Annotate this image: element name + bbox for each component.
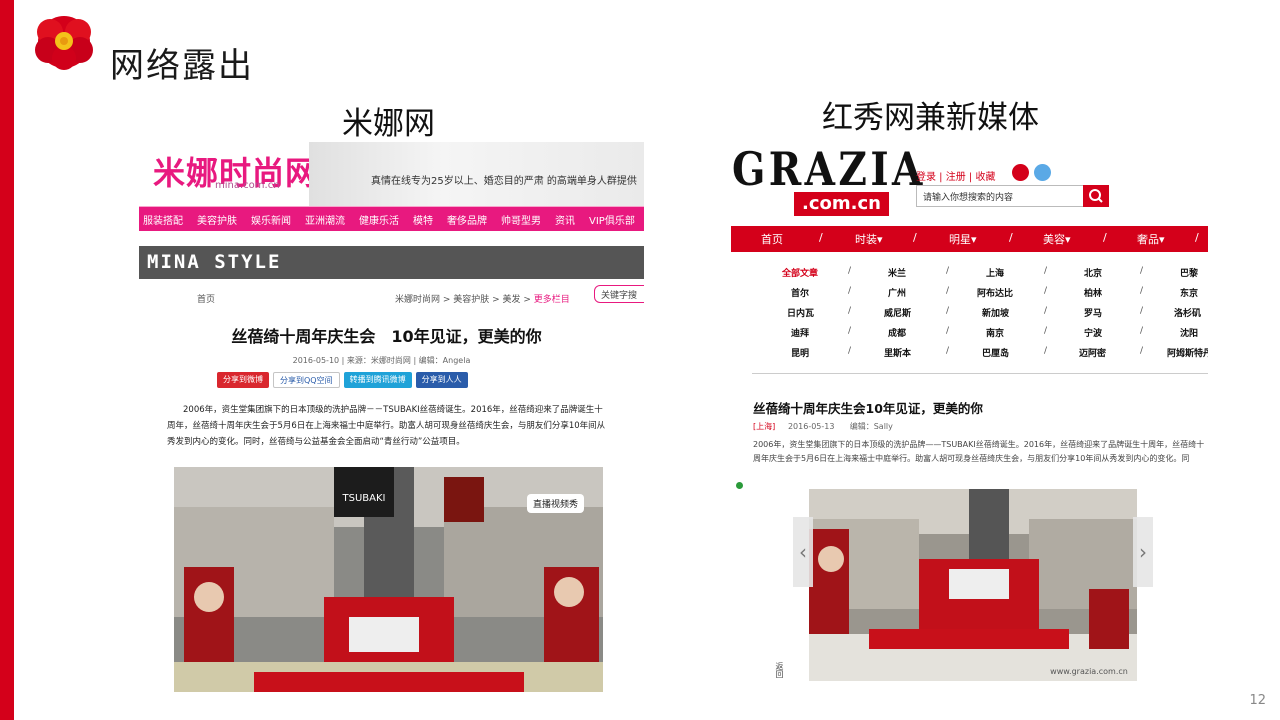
city-link[interactable]: 上海 [986, 266, 1004, 279]
city-link[interactable]: 巴黎 [1180, 266, 1198, 279]
article-body: 2006年，资生堂集团旗下的日本顶级的洗护品牌－－TSUBAKI丝蓓绮诞生。20… [167, 405, 606, 447]
divider [752, 373, 1208, 374]
mina-screenshot: 米娜时尚网 mina.com.cn 真情在线专为25岁以上、婚恋目的严肃 的高端… [139, 142, 644, 694]
photo-watermark: www.grazia.com.cn [1050, 667, 1128, 676]
nav-separator: / [1009, 231, 1013, 244]
share-qzone-button[interactable]: 分享到QQ空间 [273, 372, 340, 388]
article-editor: 编辑：Sally [849, 422, 893, 431]
mall-event-photo: www.grazia.com.cn [809, 489, 1137, 681]
nav-separator: / [913, 231, 917, 244]
mina-nav-item[interactable]: 服装搭配 [143, 212, 183, 227]
mina-banner-text: 真情在线专为25岁以上、婚恋目的严肃 的高端单身人群提供 [371, 176, 637, 187]
share-tencent-weibo-button[interactable]: 转播到腾讯微博 [343, 372, 412, 388]
status-dot-icon [736, 482, 743, 489]
mina-header: 米娜时尚网 mina.com.cn 真情在线专为25岁以上、婚恋目的严肃 的高端… [139, 142, 644, 206]
event-photo: www.grazia.com.cn [809, 489, 1137, 681]
mina-nav-bar: 服装搭配 美容护肤 娱乐新闻 亚洲潮流 健康乐活 模特 奢侈品牌 帅哥型男 资讯… [139, 206, 644, 231]
city-link[interactable]: 威尼斯 [884, 306, 911, 319]
article-body: 2006年，资生堂集团旗下的日本顶级的洗护品牌——TSUBAKI丝蓓绮诞生。20… [753, 440, 1205, 463]
city-link[interactable]: 米兰 [888, 266, 906, 279]
share-buttons: 分享到微博 分享到QQ空间 转播到腾讯微博 分享到人人 [217, 372, 644, 388]
mina-nav-item[interactable]: 美容护肤 [197, 212, 237, 227]
search-icon [1089, 189, 1103, 203]
search-button[interactable] [1083, 185, 1109, 207]
city-link[interactable]: 阿布达比 [977, 286, 1013, 299]
mina-nav-item[interactable]: 亚洲潮流 [305, 212, 345, 227]
photo-sign-text: TSUBAKI [342, 493, 386, 504]
nav-luxury[interactable]: 奢品▾ [1137, 231, 1165, 247]
mina-style-bar: MINA STYLE [139, 246, 644, 279]
city-link[interactable]: 洛杉矶 [1174, 306, 1201, 319]
mina-nav-item[interactable]: 资讯 [555, 212, 575, 227]
mina-nav-item[interactable]: 模特 [413, 212, 433, 227]
city-link[interactable]: 迈阿密 [1079, 346, 1106, 359]
live-video-button[interactable]: 直播视频秀 [527, 494, 585, 513]
city-link[interactable]: 柏林 [1084, 286, 1102, 299]
grazia-nav-bar: 首页 / 时装▾ / 明星▾ / 美容▾ / 奢品▾ / [731, 226, 1208, 252]
breadcrumb-path: 米娜时尚网 > 美容护肤 > 美发 > 更多栏目 [395, 292, 570, 305]
mina-nav-item[interactable]: 奢侈品牌 [447, 212, 487, 227]
city-link[interactable]: 巴厘岛 [982, 346, 1009, 359]
mina-nav-item[interactable]: 娱乐新闻 [251, 212, 291, 227]
nav-separator: / [819, 231, 823, 244]
city-link[interactable]: 阿姆斯特丹 [1167, 346, 1208, 359]
mina-nav-item[interactable]: 健康乐活 [359, 212, 399, 227]
carousel-next-button[interactable]: › [1133, 517, 1153, 587]
grazia-logo[interactable]: GRAZIA [732, 142, 926, 196]
share-weibo-button[interactable]: 分享到微博 [217, 372, 269, 388]
right-caption: 红秀网兼新媒体 [822, 100, 1039, 136]
more-columns-link[interactable]: 更多栏目 [534, 295, 570, 305]
article-location[interactable]: [上海] [753, 422, 775, 431]
search-input[interactable]: 请输入你想搜索的内容 [916, 185, 1084, 207]
nav-beauty[interactable]: 美容▾ [1043, 231, 1071, 247]
grazia-screenshot: GRAZIA .com.cn 登录 | 注册 | 收藏 请输入你想搜索的内容 首… [728, 140, 1208, 700]
city-link[interactable]: 全部文章 [782, 266, 818, 279]
pinterest-icon[interactable] [1034, 164, 1051, 181]
grazia-logo-domain: .com.cn [794, 192, 889, 216]
city-link[interactable]: 新加坡 [982, 306, 1009, 319]
breadcrumb: 首页 米娜时尚网 > 美容护肤 > 美发 > 更多栏目 关键字搜 [139, 279, 644, 309]
article-title: 丝蓓绮十周年庆生会 10年见证，更美的你 [231, 327, 542, 346]
nav-separator: / [1195, 231, 1199, 244]
page-number: 12 [1249, 693, 1266, 708]
city-link[interactable]: 广州 [888, 286, 906, 299]
nav-fashion[interactable]: 时装▾ [855, 231, 883, 247]
city-link[interactable]: 里斯本 [884, 346, 911, 359]
city-link[interactable]: 首尔 [791, 286, 809, 299]
city-link[interactable]: 东京 [1180, 286, 1198, 299]
city-link[interactable]: 南京 [986, 326, 1004, 339]
account-links[interactable]: 登录 | 注册 | 收藏 [916, 168, 995, 183]
slide-accent-bar [0, 0, 14, 720]
nav-celebrity[interactable]: 明星▾ [949, 231, 977, 247]
city-link[interactable]: 迪拜 [791, 326, 809, 339]
back-link[interactable]: 返回 [774, 662, 785, 678]
mina-nav-item[interactable]: 帅哥型男 [501, 212, 541, 227]
mina-ad-banner[interactable]: 真情在线专为25岁以上、婚恋目的严肃 的高端单身人群提供 [309, 142, 644, 206]
article-date: 2016-05-13 [787, 422, 835, 431]
weibo-icon[interactable] [1012, 164, 1029, 181]
left-caption: 米娜网 [342, 106, 435, 142]
mina-nav-item[interactable]: VIP俱乐部 [589, 212, 635, 227]
nav-separator: / [1103, 231, 1107, 244]
keyword-search-input[interactable]: 关键字搜 [594, 285, 644, 303]
city-link[interactable]: 宁波 [1084, 326, 1102, 339]
nav-home[interactable]: 首页 [761, 231, 783, 247]
share-renren-button[interactable]: 分享到人人 [415, 372, 468, 388]
camellia-logo-icon [35, 16, 93, 70]
city-link[interactable]: 罗马 [1084, 306, 1102, 319]
mina-logo-domain: mina.com.cn [215, 180, 280, 191]
city-link[interactable]: 北京 [1084, 266, 1102, 279]
breadcrumb-home[interactable]: 首页 [197, 292, 215, 305]
city-link[interactable]: 昆明 [791, 346, 809, 359]
slide-title: 网络露出 [110, 46, 254, 86]
article-title: 丝蓓绮十周年庆生会10年见证，更美的你 [753, 401, 983, 416]
article-meta: [上海] 2016-05-13 编辑：Sally [753, 421, 893, 432]
breadcrumb-links[interactable]: 米娜时尚网 > 美容护肤 > 美发 > [395, 295, 534, 305]
article-meta: 2016-05-10 | 来源：米娜时尚网 | 编辑：Angela [292, 356, 471, 365]
city-link[interactable]: 成都 [888, 326, 906, 339]
carousel-prev-button[interactable]: ‹ [793, 517, 813, 587]
city-link[interactable]: 沈阳 [1180, 326, 1198, 339]
city-link[interactable]: 日内瓦 [787, 306, 814, 319]
